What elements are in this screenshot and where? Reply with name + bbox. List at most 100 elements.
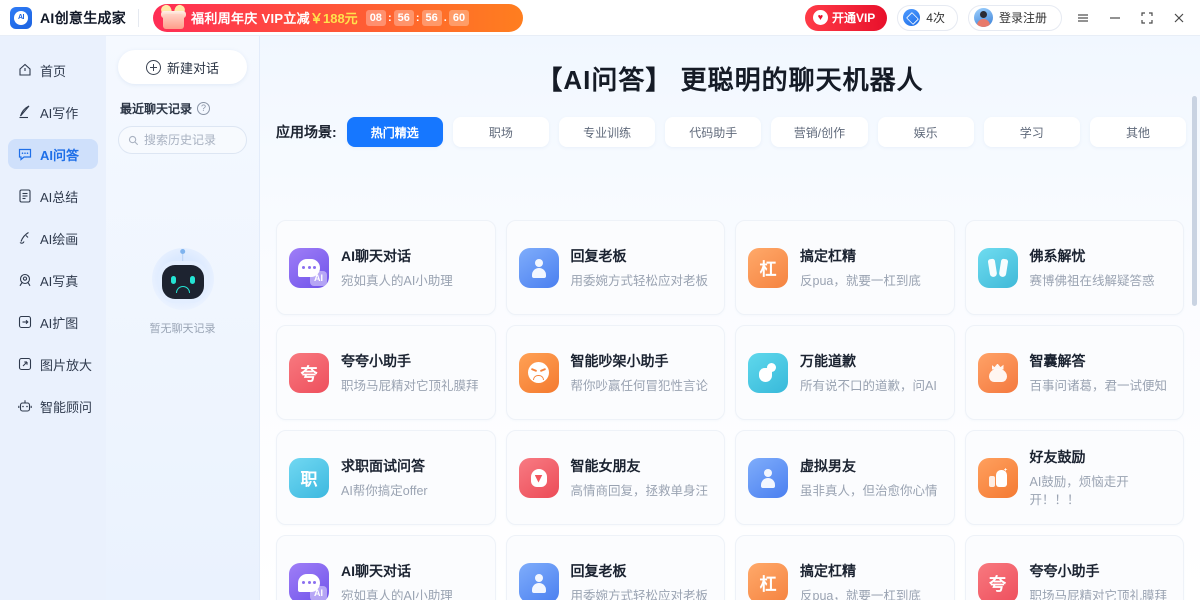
card-virtual-boyfriend[interactable]: 虚拟男友 虽非真人，但治愈你心情: [735, 430, 955, 525]
sidebar-item-ai-qa[interactable]: AI问答: [8, 139, 98, 169]
title-bar: AI AI创意生成家 福利周年庆 VIP立减 ￥188元 08 : 56 : 5…: [0, 0, 1200, 36]
card-text: 智囊解答 百事问诸葛，君一试便知: [1030, 351, 1168, 395]
card-title: 求职面试问答: [341, 456, 428, 476]
sidebar-item-ai-portrait[interactable]: AI写真: [8, 265, 98, 295]
cards-grid: AI AI聊天对话 宛如真人的AI小助理 回复老板 用委婉方式轻松应对老板: [276, 220, 1184, 600]
plus-icon: [146, 60, 161, 75]
credits-button[interactable]: 4次: [897, 5, 958, 31]
promo-banner[interactable]: 福利周年庆 VIP立减 ￥188元 08 : 56 : 56 . 60: [153, 4, 523, 32]
card-text: AI聊天对话 宛如真人的AI小助理: [341, 561, 453, 600]
sidebar-item-label: AI问答: [40, 145, 79, 164]
tab-hot-picks[interactable]: 热门精选: [347, 117, 443, 147]
enlarge-icon: [17, 356, 33, 372]
titlebar-actions: ♥ 开通VIP 4次 登录注册: [805, 5, 1200, 31]
card-ai-chat-dialog-2[interactable]: AI AI聊天对话 宛如真人的AI小助理: [276, 535, 496, 600]
maximize-button[interactable]: [1136, 7, 1158, 29]
card-smart-argue-assistant[interactable]: 智能吵架小助手 帮你吵赢任何冒犯性言论: [506, 325, 726, 420]
angry-face-icon: [519, 353, 559, 393]
thumbs-up-icon: [978, 458, 1018, 498]
open-vip-button[interactable]: ♥ 开通VIP: [805, 5, 887, 31]
tab-professional-training[interactable]: 专业训练: [559, 117, 655, 147]
credits-label: 4次: [926, 9, 945, 26]
search-input[interactable]: [144, 133, 237, 147]
timer-sep-2: :: [416, 12, 420, 24]
card-text: 智能吵架小助手 帮你吵赢任何冒犯性言论: [571, 351, 709, 395]
vertical-scrollbar[interactable]: [1192, 96, 1197, 306]
new-chat-button[interactable]: 新建对话: [118, 50, 247, 84]
brush-icon: [17, 230, 33, 246]
sidebar-item-label: AI写真: [40, 271, 78, 290]
tab-other[interactable]: 其他: [1090, 117, 1186, 147]
sidebar-item-label: 首页: [40, 61, 66, 80]
praying-hands-icon: [978, 248, 1018, 288]
close-button[interactable]: [1168, 7, 1190, 29]
card-job-interview-qa[interactable]: 职 求职面试问答 AI帮你搞定offer: [276, 430, 496, 525]
sidebar-item-ai-summary[interactable]: AI总结: [8, 181, 98, 211]
tab-workplace[interactable]: 职场: [453, 117, 549, 147]
card-desc: AI帮你搞定offer: [341, 482, 428, 500]
card-text: 智能女朋友 高情商回复，拯救单身汪: [571, 456, 709, 500]
card-desc: 高情商回复，拯救单身汪: [571, 482, 709, 500]
heart-person-icon: [519, 458, 559, 498]
card-text: 回复老板 用委婉方式轻松应对老板: [571, 246, 709, 290]
app-body: 首页 AI写作 AI问答 AI总结 AI绘画 AI写真 AI扩图: [0, 36, 1200, 600]
home-icon: [17, 62, 33, 78]
card-title: AI聊天对话: [341, 561, 453, 581]
card-praise-assistant-2[interactable]: 夸 夸夸小助手 职场马屁精对它顶礼膜拜: [965, 535, 1185, 600]
tab-code-assistant[interactable]: 代码助手: [665, 117, 761, 147]
card-title: 虚拟男友: [800, 456, 938, 476]
timer-sep-1: :: [388, 12, 392, 24]
card-desc: 赛博佛祖在线解疑答惑: [1030, 272, 1155, 290]
sidebar-item-label: AI扩图: [40, 313, 78, 332]
chat-ai-icon: AI: [289, 248, 329, 288]
card-desc: 宛如真人的AI小助理: [341, 587, 453, 600]
card-ai-chat-dialog[interactable]: AI AI聊天对话 宛如真人的AI小助理: [276, 220, 496, 315]
card-reply-to-boss-2[interactable]: 回复老板 用委婉方式轻松应对老板: [506, 535, 726, 600]
minimize-button[interactable]: [1104, 7, 1126, 29]
search-history-box[interactable]: [118, 126, 247, 154]
card-title: 智囊解答: [1030, 351, 1168, 371]
person-icon: [519, 248, 559, 288]
sidebar-item-home[interactable]: 首页: [8, 55, 98, 85]
recent-chats-header: 最近聊天记录 ?: [120, 100, 247, 117]
card-text: 搞定杠精 反pua，就要一杠到底: [800, 246, 921, 290]
card-buddhist-worry-relief[interactable]: 佛系解忧 赛博佛祖在线解疑答惑: [965, 220, 1185, 315]
card-praise-assistant[interactable]: 夸 夸夸小助手 职场马屁精对它顶礼膜拜: [276, 325, 496, 420]
sidebar-item-ai-painting[interactable]: AI绘画: [8, 223, 98, 253]
tab-marketing-creation[interactable]: 营销/创作: [771, 117, 867, 147]
card-smart-girlfriend[interactable]: 智能女朋友 高情商回复，拯救单身汪: [506, 430, 726, 525]
card-reply-to-boss[interactable]: 回复老板 用委婉方式轻松应对老板: [506, 220, 726, 315]
empty-robot-icon: [152, 248, 214, 310]
countdown-timer: 08 : 56 : 56 . 60: [366, 10, 469, 26]
card-text: 夸夸小助手 职场马屁精对它顶礼膜拜: [1030, 561, 1168, 600]
sidebar-item-label: 智能顾问: [40, 397, 92, 416]
menu-button[interactable]: [1072, 7, 1094, 29]
sidebar-item-ai-writing[interactable]: AI写作: [8, 97, 98, 127]
card-text: 万能道歉 所有说不口的道歉，问AI: [800, 351, 937, 395]
chat-ai-icon: AI: [289, 563, 329, 600]
promo-price: ￥188元: [310, 8, 358, 27]
expand-image-icon: [17, 314, 33, 330]
card-title: 搞定杠精: [800, 246, 921, 266]
login-button[interactable]: 登录注册: [968, 5, 1062, 31]
cards-scroll-area[interactable]: AI AI聊天对话 宛如真人的AI小助理 回复老板 用委婉方式轻松应对老板: [260, 212, 1200, 600]
card-title: 智能吵架小助手: [571, 351, 709, 371]
card-handle-nitpicker-2[interactable]: 杠 搞定杠精 反pua，就要一杠到底: [735, 535, 955, 600]
sidebar-item-smart-advisor[interactable]: 智能顾问: [8, 391, 98, 421]
card-desc: 用委婉方式轻松应对老板: [571, 587, 709, 600]
recent-chats-title: 最近聊天记录: [120, 100, 192, 117]
card-universal-apology[interactable]: 万能道歉 所有说不口的道歉，问AI: [735, 325, 955, 420]
card-handle-nitpicker[interactable]: 杠 搞定杠精 反pua，就要一杠到底: [735, 220, 955, 315]
sidebar-item-image-enlarge[interactable]: 图片放大: [8, 349, 98, 379]
tab-entertainment[interactable]: 娱乐: [878, 117, 974, 147]
left-sidebar: 首页 AI写作 AI问答 AI总结 AI绘画 AI写真 AI扩图: [0, 36, 106, 600]
chat-history-panel: 新建对话 最近聊天记录 ? 暂无聊天记录: [106, 36, 260, 600]
heart-icon: ♥: [813, 10, 828, 25]
card-friend-encouragement[interactable]: 好友鼓励 AI鼓励，烦恼走开开！！！: [965, 430, 1185, 525]
sidebar-item-ai-expand[interactable]: AI扩图: [8, 307, 98, 337]
tab-study[interactable]: 学习: [984, 117, 1080, 147]
card-think-tank-answers[interactable]: 智囊解答 百事问诸葛，君一试便知: [965, 325, 1185, 420]
brand-divider: [138, 9, 139, 27]
help-icon[interactable]: ?: [197, 102, 210, 115]
card-desc: AI鼓励，烦恼走开开！！！: [1030, 473, 1172, 509]
